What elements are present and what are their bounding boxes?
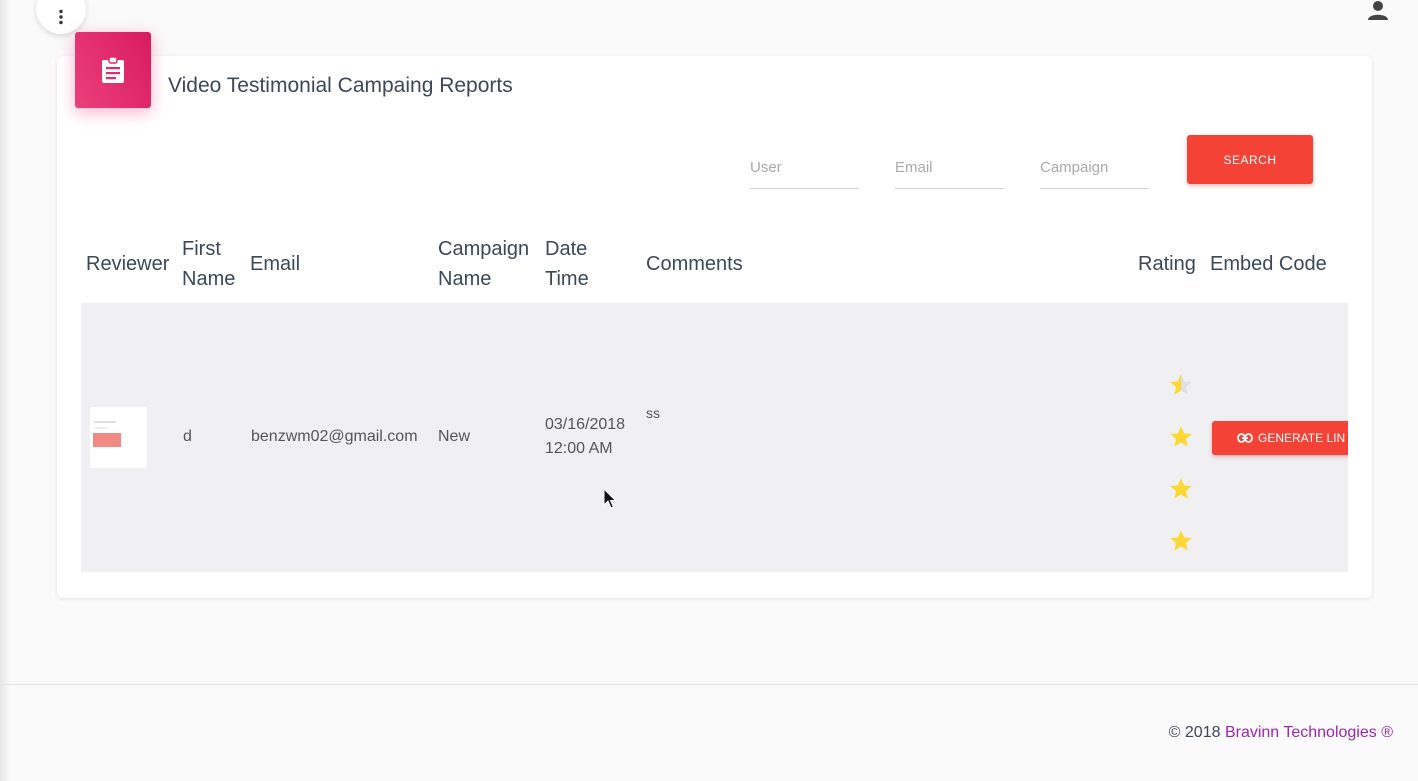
cell-time: 12:00 AM xyxy=(545,440,613,457)
star-half-icon xyxy=(1170,374,1192,395)
star-icon xyxy=(1170,426,1192,447)
user-filter-field[interactable] xyxy=(750,154,859,189)
generate-link-button[interactable]: GENERATE LIN xyxy=(1212,421,1348,455)
assignment-icon xyxy=(102,57,124,83)
header-first-name-line1: First xyxy=(182,238,221,260)
page-title: Video Testimonial Campaing Reports xyxy=(168,74,513,97)
header-date-time: Date Time xyxy=(545,234,589,294)
footer-company-link[interactable]: Bravinn Technologies ® xyxy=(1225,724,1393,741)
cell-date-time: 03/16/2018 12:00 AM xyxy=(545,413,625,461)
generate-link-label: GENERATE LIN xyxy=(1258,431,1346,445)
search-button[interactable]: SEARCH xyxy=(1187,135,1313,184)
email-search-input[interactable] xyxy=(895,154,1004,176)
footer-copyright: © 2018 xyxy=(1168,724,1225,741)
cell-comments: ss xyxy=(646,405,660,421)
cell-date: 03/16/2018 xyxy=(545,416,626,433)
thumbnail-text-line xyxy=(94,427,108,429)
header-embed-code: Embed Code xyxy=(1210,253,1327,275)
thumbnail-button-graphic xyxy=(93,433,121,447)
menu-button[interactable] xyxy=(36,0,86,34)
header-date-line1: Date xyxy=(545,238,588,260)
email-filter-field[interactable] xyxy=(895,154,1004,189)
person-icon xyxy=(1368,1,1388,20)
header-campaign-line2: Name xyxy=(438,268,492,290)
header-first-name: First Name xyxy=(182,234,235,294)
footer: © 2018 Bravinn Technologies ® xyxy=(1169,724,1393,742)
table-row: d benzwm02@gmail.com New 03/16/2018 12:0… xyxy=(81,303,1348,572)
header-campaign-name: Campaign Name xyxy=(438,234,529,294)
more-vert-icon xyxy=(59,9,63,25)
header-first-name-line2: Name xyxy=(182,268,236,290)
reviewer-thumbnail[interactable] xyxy=(90,407,147,468)
card-header-badge xyxy=(75,32,151,108)
mouse-cursor-icon xyxy=(603,488,617,509)
campaign-filter-field[interactable] xyxy=(1040,154,1149,189)
user-profile-button[interactable] xyxy=(1366,0,1390,27)
user-search-input[interactable] xyxy=(750,154,859,176)
header-email: Email xyxy=(250,253,301,275)
campaign-search-input[interactable] xyxy=(1040,154,1149,176)
cell-campaign: New xyxy=(438,428,471,445)
star-icon xyxy=(1170,530,1192,551)
sidebar-edge xyxy=(0,0,10,781)
thumbnail-text-line xyxy=(94,421,116,423)
cell-first-name: d xyxy=(183,428,192,445)
footer-divider xyxy=(0,684,1418,685)
header-rating: Rating xyxy=(1138,253,1196,275)
link-icon xyxy=(1237,433,1253,443)
cell-email: benzwm02@gmail.com xyxy=(251,428,418,445)
header-reviewer: Reviewer xyxy=(86,253,170,275)
star-icon xyxy=(1170,478,1192,499)
header-date-line2: Time xyxy=(545,268,589,290)
header-campaign-line1: Campaign xyxy=(438,238,530,260)
header-comments: Comments xyxy=(646,253,743,275)
reports-card: Video Testimonial Campaing Reports SEARC… xyxy=(57,32,1372,598)
